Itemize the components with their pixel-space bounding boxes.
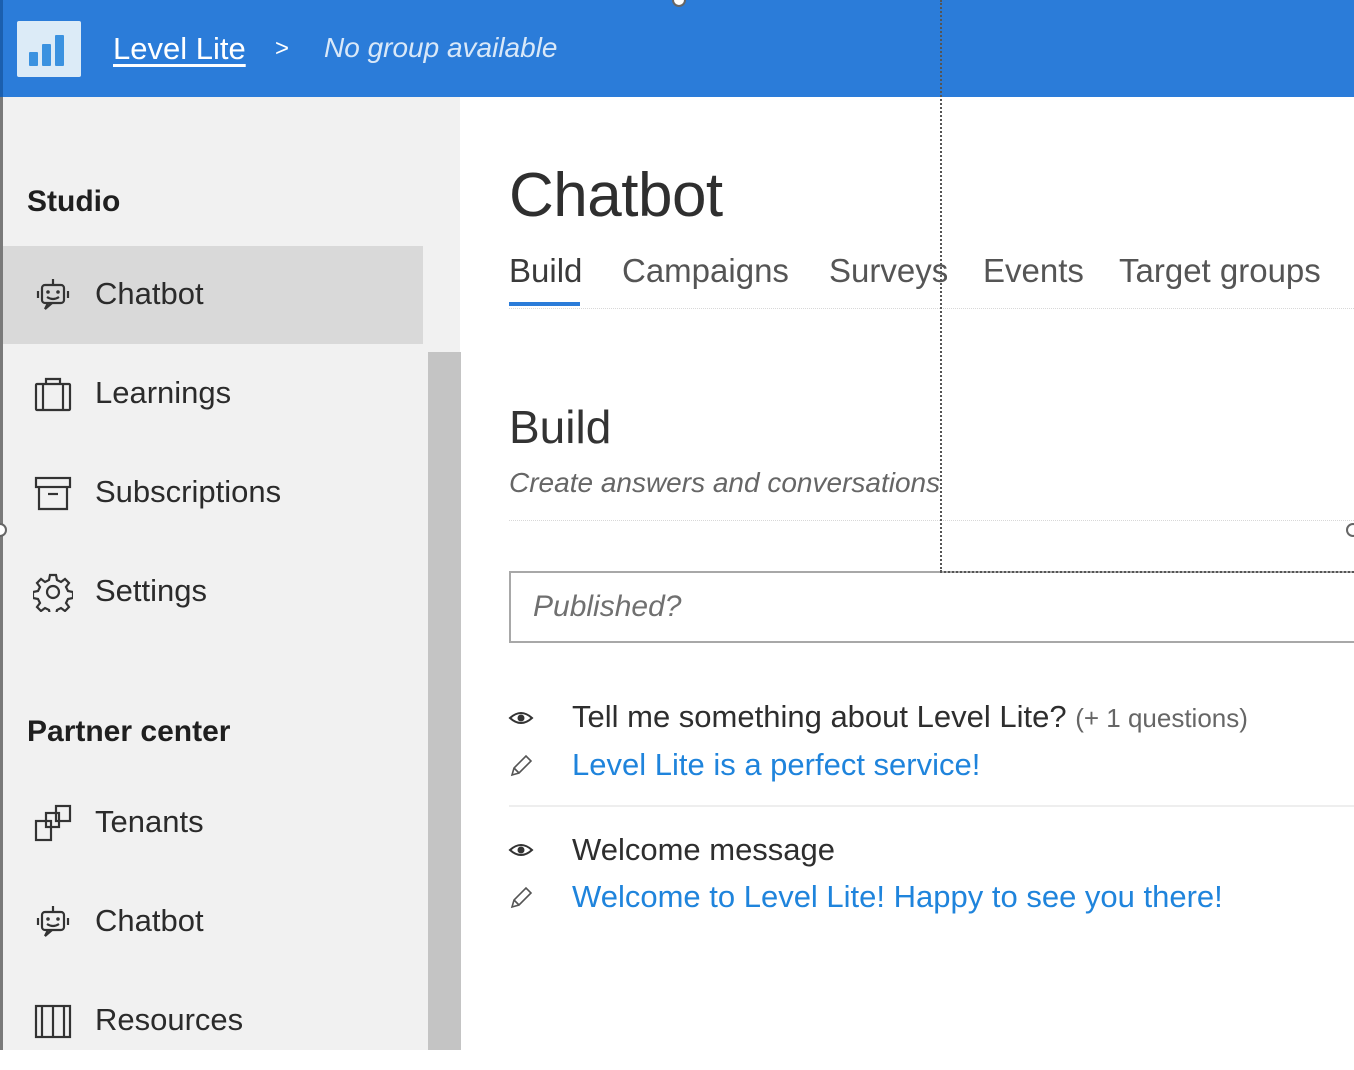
breadcrumb-separator: > — [275, 35, 290, 62]
tab-surveys[interactable]: Surveys — [829, 252, 948, 290]
sidebar-item-subscriptions[interactable]: Subscriptions — [3, 444, 423, 542]
chatbot-icon — [36, 906, 70, 937]
section-divider — [509, 520, 1354, 521]
answer-link[interactable]: Level Lite is a perfect service! — [572, 747, 980, 783]
sidebar-item-label: Tenants — [95, 804, 204, 839]
tab-build[interactable]: Build — [509, 252, 582, 290]
page-title: Chatbot — [509, 161, 723, 230]
app-name-link[interactable]: Level Lite — [113, 31, 246, 67]
sidebar-item-label: Resources — [95, 1002, 244, 1037]
tab-campaigns[interactable]: Campaigns — [622, 252, 789, 290]
sidebar-section-partner-center: Partner center — [27, 715, 231, 748]
tenants-icon — [34, 804, 72, 842]
selection-guide-horizontal — [940, 571, 1354, 573]
group-breadcrumb: No group available — [324, 32, 558, 63]
pencil-icon[interactable] — [508, 753, 534, 779]
app-logo-icon[interactable] — [17, 21, 81, 77]
tab-events[interactable]: Events — [983, 252, 1084, 290]
published-filter-input[interactable] — [509, 571, 1354, 643]
sidebar-item-resources[interactable]: Resources — [3, 972, 423, 1070]
sidebar-scrollbar[interactable] — [428, 352, 461, 1050]
sidebar-item-label: Subscriptions — [95, 474, 282, 509]
chatbot-icon — [36, 279, 70, 310]
question-text: Tell me something about Level Lite? (+ 1… — [572, 699, 1248, 735]
tab-target-groups[interactable]: Target groups — [1119, 252, 1321, 290]
answer-link[interactable]: Welcome to Level Lite! Happy to see you … — [572, 879, 1223, 915]
sidebar-item-label: Settings — [95, 573, 208, 608]
sidebar-item-settings[interactable]: Settings — [3, 543, 423, 641]
top-bar: Level Lite > No group available — [0, 0, 1354, 97]
briefcase-icon — [34, 377, 72, 412]
sidebar-item-partner-chatbot[interactable]: Chatbot — [3, 873, 423, 971]
gear-icon — [33, 573, 73, 612]
pencil-icon[interactable] — [508, 885, 534, 911]
question-count: (+ 1 questions) — [1075, 703, 1248, 733]
sidebar-item-tenants[interactable]: Tenants — [3, 774, 423, 872]
question-label: Tell me something about Level Lite? — [572, 699, 1067, 734]
sidebar-section-studio: Studio — [27, 185, 121, 218]
sidebar-item-learnings[interactable]: Learnings — [3, 345, 423, 443]
eye-icon[interactable] — [508, 705, 534, 731]
qna-divider — [509, 805, 1354, 807]
section-subtitle: Create answers and conversations — [509, 467, 941, 498]
question-text: Welcome message — [572, 832, 835, 868]
sidebar-item-label: Chatbot — [95, 903, 204, 938]
sidebar-item-chatbot[interactable]: Chatbot — [3, 246, 423, 344]
book-icon — [34, 1004, 72, 1039]
question-label: Welcome message — [572, 832, 836, 867]
sidebar-item-label: Chatbot — [95, 276, 204, 311]
section-title: Build — [509, 401, 612, 453]
tabs-divider — [509, 308, 1354, 309]
sidebar-item-label: Learnings — [95, 375, 232, 410]
selection-guide-vertical — [940, 0, 942, 572]
selection-handle-right[interactable] — [1346, 523, 1354, 537]
archive-icon — [34, 476, 72, 511]
eye-icon[interactable] — [508, 837, 534, 863]
active-tab-indicator — [509, 302, 580, 306]
sidebar: Studio Chatbot Learnings Subscriptions S… — [0, 97, 461, 1050]
